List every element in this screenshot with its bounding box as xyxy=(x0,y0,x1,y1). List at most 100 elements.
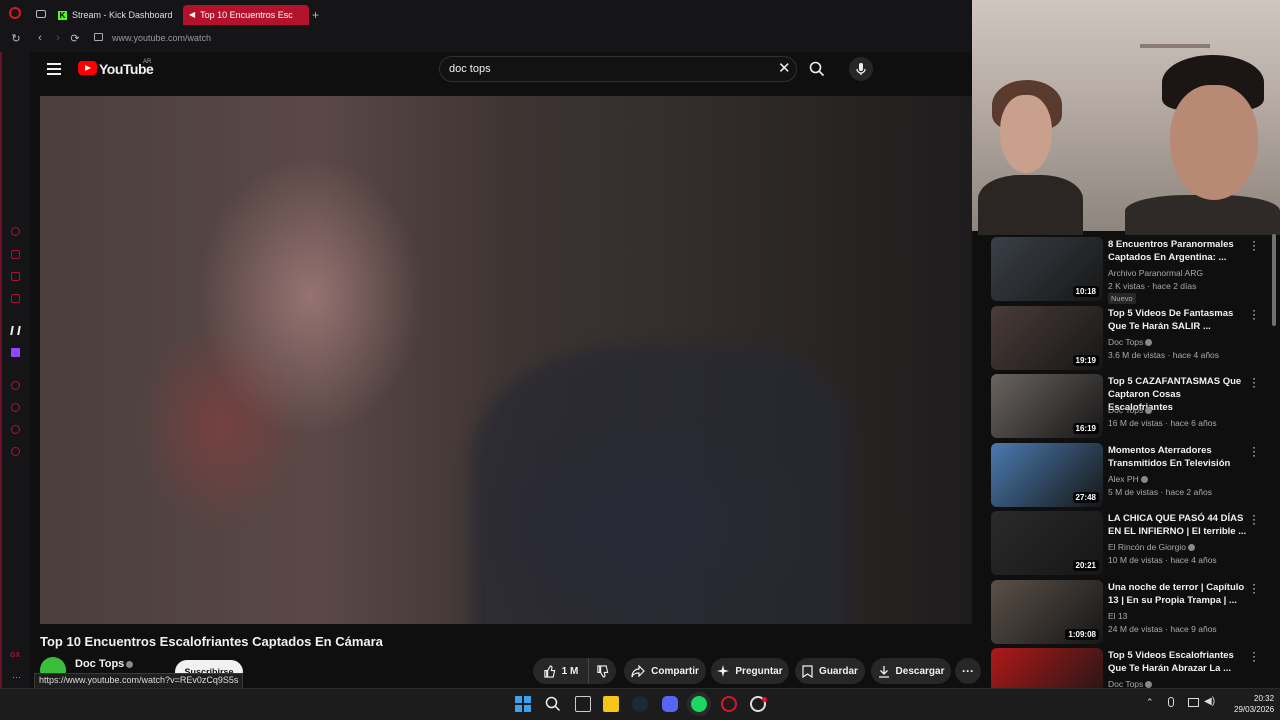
video-duration: 1:09:08 xyxy=(1065,629,1099,640)
sidebar-pinboard-icon[interactable] xyxy=(11,272,20,281)
clock-time: 20:32 xyxy=(1254,694,1275,703)
recommendation-thumbnail[interactable]: 20:21 xyxy=(991,511,1103,575)
sidebar-gx-icon[interactable]: GX xyxy=(10,652,20,659)
network-icon[interactable] xyxy=(1188,698,1199,707)
search-box[interactable] xyxy=(439,56,797,82)
clear-search-icon[interactable]: ✕ xyxy=(778,61,791,76)
save-label: Guardar xyxy=(819,665,858,677)
search-taskbar-icon[interactable] xyxy=(545,696,561,712)
menu-icon[interactable] xyxy=(47,63,61,78)
recommendation-item[interactable]: 1:09:08 Una noche de terror | Capítulo 13… xyxy=(991,578,1273,644)
thumbs-down-icon xyxy=(597,664,609,678)
search-icon[interactable] xyxy=(809,61,825,82)
sidebar-music-icon[interactable] xyxy=(11,381,20,390)
back-icon[interactable]: ‹ xyxy=(33,32,47,44)
sidebar-twitch-icon[interactable] xyxy=(11,348,20,357)
more-options-icon[interactable]: · · · xyxy=(1250,235,1258,255)
recommendation-thumbnail[interactable]: 19:19 xyxy=(991,306,1103,370)
recommendation-title[interactable]: Top 5 Videos De Fantasmas Que Te Harán S… xyxy=(1108,307,1248,333)
voice-search-button[interactable] xyxy=(849,57,873,81)
more-options-icon[interactable]: · · · xyxy=(1250,372,1258,392)
url-field[interactable]: www.youtube.com/watch xyxy=(112,32,211,44)
link-status-bar: https://www.youtube.com/watch?v=REv0zCq9… xyxy=(34,673,244,689)
opera-logo-icon[interactable] xyxy=(9,7,21,19)
new-tab-button[interactable]: + xyxy=(312,8,319,22)
verified-icon xyxy=(126,660,134,668)
dislike-button[interactable] xyxy=(588,658,616,684)
microphone-tray-icon[interactable] xyxy=(1168,697,1174,707)
recommendations-scrollbar[interactable] xyxy=(1272,234,1276,326)
recommendation-meta: 2 K vistas · hace 2 días xyxy=(1108,281,1197,291)
recommendation-meta: 16 M de vistas · hace 6 años xyxy=(1108,418,1217,428)
spotify-icon[interactable] xyxy=(691,696,707,712)
more-options-icon[interactable]: · · · xyxy=(1250,441,1258,461)
recommendation-channel-name: Doc Tops xyxy=(1108,337,1144,347)
tab-kick-dashboard[interactable]: K Stream - Kick Dashboard xyxy=(52,5,180,25)
recommendation-title[interactable]: Una noche de terror | Capítulo 13 | En s… xyxy=(1108,581,1248,607)
sidebar-aria-icon[interactable] xyxy=(11,227,20,236)
video-player[interactable] xyxy=(40,96,972,624)
recommendation-channel[interactable]: Doc Tops xyxy=(1108,337,1258,347)
sidebar-history-icon[interactable] xyxy=(11,403,20,412)
ask-button[interactable]: Preguntar xyxy=(711,658,789,684)
forward-icon[interactable]: › xyxy=(51,32,65,44)
sidebar-settings-icon[interactable] xyxy=(11,447,20,456)
refresh-icon[interactable]: ⟳ xyxy=(68,32,82,45)
recommendation-channel[interactable]: Doc Tops xyxy=(1108,405,1258,415)
workspaces-icon[interactable] xyxy=(36,10,46,18)
channel-name[interactable]: Doc Tops xyxy=(75,658,134,670)
more-options-icon[interactable]: · · · xyxy=(1250,578,1258,598)
more-options-icon[interactable]: · · · xyxy=(1250,648,1258,666)
discord-icon[interactable] xyxy=(662,696,678,712)
browser-sidebar xyxy=(0,52,30,688)
webcam-person-left xyxy=(1000,95,1052,173)
recommendation-thumbnail[interactable]: 1:09:08 xyxy=(991,580,1103,644)
kick-icon: K xyxy=(58,10,67,20)
task-view-icon[interactable] xyxy=(575,696,591,712)
recommendation-title[interactable]: Momentos Aterradores Transmitidos En Tel… xyxy=(1108,444,1248,470)
speaker-icon: ◀ xyxy=(189,10,196,19)
bookmark-icon xyxy=(802,664,813,678)
more-options-icon[interactable]: · · · xyxy=(1250,304,1258,324)
recommendation-title[interactable]: LA CHICA QUE PASÓ 44 DÍAS EN EL INFIERNO… xyxy=(1108,512,1248,538)
reload-icon[interactable]: ↻ xyxy=(9,32,23,45)
tray-overflow-icon[interactable]: ⌃ xyxy=(1146,697,1154,708)
recommendation-item[interactable]: 27:48 Momentos Aterradores Transmitidos E… xyxy=(991,441,1273,507)
file-explorer-icon[interactable] xyxy=(603,696,619,712)
windows-start-icon[interactable] xyxy=(515,696,531,712)
sidebar-player-icon[interactable] xyxy=(11,250,20,259)
save-button[interactable]: Guardar xyxy=(795,658,865,684)
tab-youtube-video[interactable]: ◀ Top 10 Encuentros Esc xyxy=(183,5,309,25)
recommendation-item[interactable]: 16:19 Top 5 CAZAFANTASMAS Que Captaron Co… xyxy=(991,372,1273,438)
recommendation-channel[interactable]: Archivo Paranormal ARG xyxy=(1108,268,1258,278)
thumbs-up-icon xyxy=(543,664,555,678)
recommendation-item[interactable]: 10:18 8 Encuentros Paranormales Captados … xyxy=(991,235,1273,304)
recommendation-title[interactable]: 8 Encuentros Paranormales Captados En Ar… xyxy=(1108,238,1248,264)
more-actions-button[interactable]: ··· xyxy=(955,658,981,684)
more-options-icon[interactable]: · · · xyxy=(1250,509,1258,529)
recommendation-thumbnail[interactable]: 16:19 xyxy=(991,374,1103,438)
youtube-logo-icon[interactable] xyxy=(78,61,97,75)
like-button[interactable]: 1 M xyxy=(533,658,588,684)
share-icon xyxy=(631,664,645,677)
share-button[interactable]: Compartir xyxy=(624,658,706,684)
sidebar-extensions-icon[interactable] xyxy=(11,425,20,434)
recommendation-channel[interactable]: El 13 xyxy=(1108,611,1258,621)
sidebar-messenger-icon[interactable] xyxy=(11,294,20,303)
recommendation-channel-name: El Rincón de Giorgio xyxy=(1108,542,1186,552)
recommendation-thumbnail[interactable]: 10:18 xyxy=(991,237,1103,301)
sidebar-more-icon[interactable]: ··· xyxy=(12,672,21,682)
recommendation-thumbnail[interactable]: 27:48 xyxy=(991,443,1103,507)
recommendation-channel[interactable]: Alex PH xyxy=(1108,474,1258,484)
download-button[interactable]: Descargar xyxy=(871,658,951,684)
steam-icon[interactable] xyxy=(632,696,648,712)
search-input[interactable]: doc tops xyxy=(449,63,491,75)
recommendation-item[interactable]: 19:19 Top 5 Videos De Fantasmas Que Te Ha… xyxy=(991,304,1273,370)
recommendation-channel[interactable]: El Rincón de Giorgio xyxy=(1108,542,1258,552)
volume-icon[interactable]: ◀) xyxy=(1204,696,1215,707)
sidebar-kick-icon[interactable] xyxy=(10,326,21,335)
recommendation-title[interactable]: Top 5 Videos Escalofriantes Que Te Harán… xyxy=(1108,649,1248,675)
opera-gx-taskbar-icon[interactable] xyxy=(721,696,737,712)
taskbar-clock[interactable]: 20:32 29/03/2026 xyxy=(1234,693,1274,715)
recommendation-item[interactable]: 20:21 LA CHICA QUE PASÓ 44 DÍAS EN EL INF… xyxy=(991,509,1273,575)
